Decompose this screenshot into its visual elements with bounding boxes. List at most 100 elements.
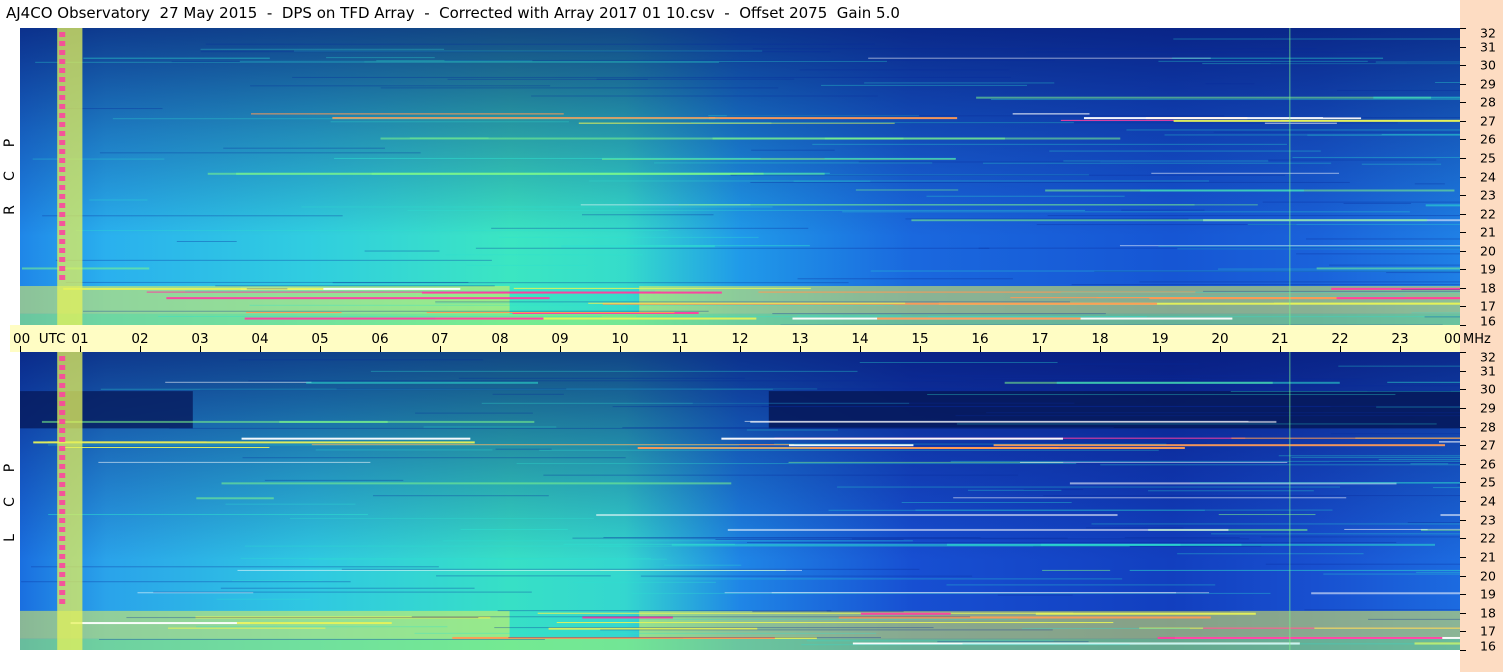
- signal-line: [1056, 381, 1340, 384]
- signal-line: [1022, 627, 1190, 629]
- signal-line: [1049, 150, 1321, 152]
- burst-dot: [59, 248, 66, 253]
- signal-line: [492, 393, 564, 395]
- utc-tick-mark: [560, 346, 561, 352]
- burst-dot: [59, 95, 66, 100]
- signal-line: [690, 122, 1074, 124]
- signal-line: [458, 377, 745, 379]
- signal-line: [1265, 563, 1460, 565]
- burst-dot: [59, 473, 66, 478]
- signal-line: [216, 598, 311, 600]
- signal-line: [1012, 113, 1090, 115]
- signal-line: [1329, 461, 1460, 463]
- burst-dot: [59, 230, 66, 235]
- signal-line: [442, 540, 913, 542]
- utc-tick-label: 00 UTC: [13, 331, 66, 347]
- signal-line: [1314, 627, 1460, 629]
- signal-line: [364, 250, 440, 252]
- burst-dot: [59, 194, 66, 199]
- burst-dot: [59, 41, 66, 46]
- signal-line: [956, 423, 1437, 425]
- signal-line: [1083, 117, 1362, 120]
- frequency-tick-mark: [1460, 65, 1466, 67]
- signal-line: [581, 214, 714, 216]
- frequency-tick-label: 28: [1480, 94, 1496, 110]
- frequency-tick-mark: [1460, 538, 1466, 540]
- utc-tick-mark: [140, 346, 141, 352]
- signal-line: [241, 437, 471, 440]
- signal-line: [1338, 365, 1460, 367]
- burst-dot: [59, 491, 66, 496]
- utc-tick-label: 13: [791, 331, 809, 347]
- signal-line: [47, 444, 740, 446]
- signal-line: [799, 69, 1010, 71]
- burst-dot: [59, 275, 66, 280]
- signal-line: [225, 503, 356, 505]
- signal-line: [1337, 89, 1460, 91]
- signal-line: [1124, 537, 1240, 539]
- burst-dot: [59, 509, 66, 514]
- signal-line: [1427, 529, 1460, 531]
- utc-tick-label: 04: [251, 331, 269, 347]
- frequency-tick-label: 23: [1480, 512, 1496, 528]
- utc-tick-mark: [380, 346, 381, 352]
- signal-line: [1247, 223, 1460, 225]
- signal-line: [176, 240, 237, 242]
- signal-line: [22, 267, 150, 270]
- interference-band: [20, 610, 510, 639]
- signal-line: [75, 230, 669, 232]
- signal-line: [380, 87, 779, 89]
- signal-line: [891, 442, 1207, 444]
- signal-line: [249, 304, 894, 306]
- signal-line: [1411, 312, 1460, 314]
- signal-line: [466, 264, 588, 266]
- signal-line: [65, 281, 469, 283]
- signal-line: [806, 640, 1054, 642]
- signal-line: [991, 99, 1460, 101]
- signal-line: [508, 637, 882, 639]
- frequency-tick-label: 17: [1480, 298, 1496, 314]
- frequency-tick-label: 24: [1480, 493, 1496, 509]
- signal-line: [1231, 437, 1460, 439]
- signal-line: [556, 622, 1114, 624]
- frequency-tick-label: 29: [1480, 76, 1496, 92]
- signal-line: [341, 568, 920, 570]
- burst-dot: [59, 383, 66, 388]
- burst-dot: [59, 122, 66, 127]
- burst-dot: [59, 266, 66, 271]
- signal-line: [1211, 533, 1460, 535]
- signal-line: [264, 479, 404, 481]
- utc-tick-mark: [800, 346, 801, 352]
- signal-line: [1040, 543, 1436, 546]
- signal-line: [1410, 463, 1449, 465]
- frequency-tick-label: 27: [1480, 113, 1496, 129]
- signal-line: [1151, 172, 1340, 174]
- frequency-tick-label: 30: [1480, 57, 1496, 73]
- signal-line: [336, 388, 1048, 390]
- utc-tick-label: 21: [1271, 331, 1289, 347]
- utc-tick-mark: [20, 346, 21, 352]
- signal-line: [1098, 295, 1406, 297]
- frequency-tick-mark: [1460, 352, 1466, 353]
- burst-dot: [59, 410, 66, 415]
- signal-line: [1191, 378, 1363, 380]
- utc-tick-label: 07: [431, 331, 449, 347]
- signal-line: [864, 82, 1055, 84]
- signal-line: [435, 302, 564, 304]
- signal-line: [248, 380, 967, 382]
- signal-line: [860, 612, 951, 615]
- signal-line: [824, 157, 956, 159]
- burst-dot: [59, 446, 66, 451]
- burst-dot: [59, 158, 66, 163]
- signal-line: [1311, 592, 1460, 595]
- signal-line: [539, 449, 1159, 451]
- signal-line: [746, 541, 1397, 543]
- signal-line: [588, 180, 1209, 182]
- signal-line: [1368, 618, 1460, 620]
- burst-dot: [59, 185, 66, 190]
- signal-line: [244, 317, 544, 320]
- polarization-letter: C: [2, 171, 18, 181]
- signal-line: [1387, 381, 1460, 383]
- signal-line: [242, 457, 626, 459]
- signal-line: [1280, 119, 1460, 121]
